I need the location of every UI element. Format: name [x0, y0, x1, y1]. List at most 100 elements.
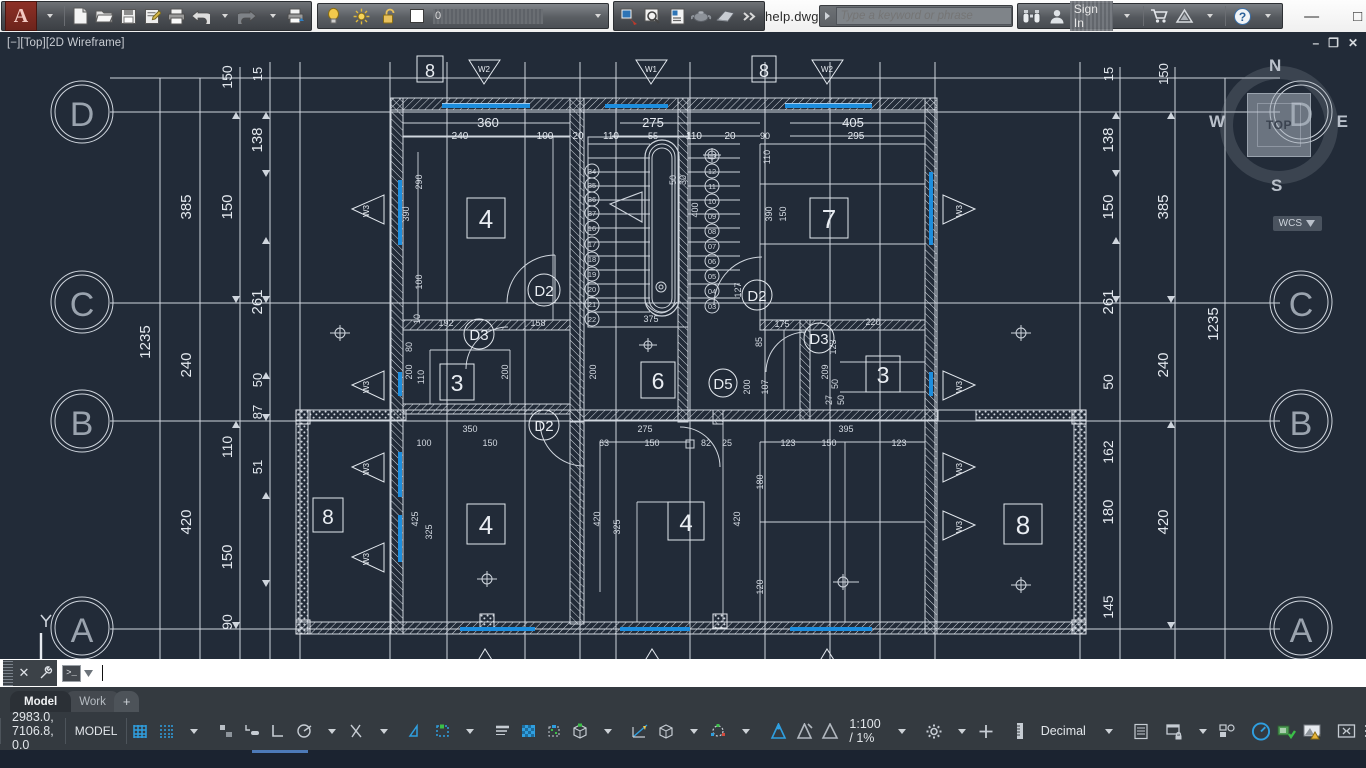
performance-icon[interactable]: [1248, 718, 1274, 744]
units-value[interactable]: Decimal: [1033, 724, 1094, 738]
annotation-scale-value[interactable]: 1:100 / 1%: [843, 717, 886, 745]
viewport-label[interactable]: [−][Top][2D Wireframe]: [7, 37, 125, 49]
view-cube[interactable]: TOP N S W E: [1209, 56, 1348, 195]
tab-model[interactable]: Model: [10, 691, 72, 712]
autoscale-icon[interactable]: [791, 718, 817, 744]
sun-icon[interactable]: [349, 3, 373, 29]
plus-icon[interactable]: [973, 718, 999, 744]
selection-filter-icon[interactable]: [705, 718, 731, 744]
autocad-logo-icon[interactable]: A: [5, 1, 37, 31]
gear-icon[interactable]: [921, 718, 947, 744]
layer-dropdown[interactable]: [547, 3, 605, 29]
lock-ui-dropdown[interactable]: [1188, 718, 1214, 744]
shopping-cart-icon[interactable]: [1149, 3, 1172, 29]
magnifier-icon[interactable]: [641, 3, 665, 29]
tab-work[interactable]: Work: [65, 691, 120, 712]
teapot-icon[interactable]: [689, 3, 713, 29]
viewport-restore-icon[interactable]: ❐: [1328, 36, 1339, 50]
coordinates-display[interactable]: 2983.0, 7106.8, 0.0: [0, 710, 66, 752]
viewport-minimize-icon[interactable]: –: [1312, 36, 1319, 50]
selection-filter-dropdown[interactable]: [731, 718, 757, 744]
gizmo-dropdown[interactable]: [679, 718, 705, 744]
cube-snap-dropdown[interactable]: [593, 718, 619, 744]
quick-access-dropdown[interactable]: [37, 3, 61, 29]
command-line-settings-icon[interactable]: [35, 660, 57, 686]
object-snap-box-icon[interactable]: [429, 718, 455, 744]
polar-dropdown[interactable]: [317, 718, 343, 744]
osnap-tracking-icon[interactable]: [343, 718, 369, 744]
workspace-dropdown[interactable]: [947, 718, 973, 744]
isolate-objects-icon[interactable]: [1214, 718, 1240, 744]
annotation-scale-dropdown[interactable]: [887, 718, 913, 744]
view-cube-south[interactable]: S: [1271, 176, 1282, 196]
tab-add-layout[interactable]: +: [113, 691, 140, 712]
binoculars-icon[interactable]: [1021, 3, 1044, 29]
hamburger-icon[interactable]: [1360, 718, 1366, 744]
command-prompt[interactable]: >_: [62, 664, 103, 682]
cube-snap-icon[interactable]: [567, 718, 593, 744]
viewport-close-icon[interactable]: ✕: [1348, 36, 1358, 50]
autodesk-triangle-icon[interactable]: [1173, 3, 1196, 29]
window-minimize-button[interactable]: —: [1289, 0, 1335, 32]
clean-screen-toggle-icon[interactable]: [1334, 718, 1360, 744]
selection-cycling-icon[interactable]: [541, 718, 567, 744]
lightbulb-icon[interactable]: [321, 3, 345, 29]
clean-screen-icon[interactable]: [1274, 718, 1300, 744]
transparency-icon[interactable]: [515, 718, 541, 744]
view-cube-north[interactable]: N: [1269, 56, 1281, 76]
properties-panel-icon[interactable]: [665, 3, 689, 29]
osnap-tracking-dropdown[interactable]: [369, 718, 395, 744]
double-chevron-right-icon[interactable]: [737, 3, 761, 29]
lineweight-icon[interactable]: [489, 718, 515, 744]
view-cube-west[interactable]: W: [1209, 112, 1225, 132]
polar-tracking-icon[interactable]: [291, 718, 317, 744]
gizmo-icon[interactable]: [653, 718, 679, 744]
view-cube-face[interactable]: TOP: [1247, 93, 1311, 157]
infer-constraints-icon[interactable]: [213, 718, 239, 744]
open-padlock-icon[interactable]: [377, 3, 401, 29]
ortho-icon[interactable]: [265, 718, 291, 744]
plot-preview-icon[interactable]: [284, 3, 308, 29]
new-file-icon[interactable]: [68, 3, 92, 29]
color-swatch-icon[interactable]: [405, 3, 429, 29]
save-as-icon[interactable]: [140, 3, 164, 29]
render-icon[interactable]: [713, 3, 737, 29]
model-space-toggle[interactable]: MODEL: [66, 718, 128, 744]
redo-arrow-icon[interactable]: [236, 3, 260, 29]
floppy-save-icon[interactable]: [116, 3, 140, 29]
snap-dropdown[interactable]: [179, 718, 205, 744]
command-line-close-icon[interactable]: ✕: [13, 660, 35, 686]
units-dropdown[interactable]: [1094, 718, 1120, 744]
dynamic-ucs-icon[interactable]: [627, 718, 653, 744]
open-folder-icon[interactable]: [92, 3, 116, 29]
command-history-chevron-icon[interactable]: [84, 669, 93, 677]
object-snap-dropdown[interactable]: [455, 718, 481, 744]
view-cube-east[interactable]: E: [1337, 112, 1348, 132]
undo-dropdown[interactable]: [212, 3, 236, 29]
undo-arrow-icon[interactable]: [188, 3, 212, 29]
layer-name-field[interactable]: 0: [433, 8, 543, 24]
object-snap-icon[interactable]: [403, 718, 429, 744]
command-line-grip[interactable]: [3, 660, 13, 686]
exchange-dropdown[interactable]: [1198, 3, 1221, 29]
window-maximize-button[interactable]: □: [1335, 0, 1366, 32]
sign-in-label[interactable]: Sign In: [1069, 1, 1114, 31]
ruler-icon[interactable]: [1007, 718, 1033, 744]
floor-plan-drawing[interactable]: 34 35 36 37 16 17 18 19 20 21 22 13 12 1…: [0, 32, 1366, 687]
search-dropdown-icon[interactable]: [820, 6, 836, 26]
snap-grid-icon[interactable]: [153, 718, 179, 744]
sign-in-dropdown[interactable]: [1115, 3, 1138, 29]
person-icon[interactable]: [1045, 3, 1068, 29]
dynamic-input-icon[interactable]: [239, 718, 265, 744]
annotation-scale-icon[interactable]: [817, 718, 843, 744]
match-properties-icon[interactable]: [617, 3, 641, 29]
padlock-ui-icon[interactable]: [1162, 718, 1188, 744]
command-line[interactable]: ✕ >_: [0, 659, 1366, 687]
quick-properties-icon[interactable]: [1128, 718, 1154, 744]
drawing-canvas[interactable]: [−][Top][2D Wireframe] – ❐ ✕ 34 35 36 37…: [0, 32, 1366, 687]
ucs-selector[interactable]: WCS: [1272, 216, 1322, 231]
annotation-visibility-icon[interactable]: [765, 718, 791, 744]
help-dropdown[interactable]: [1256, 3, 1279, 29]
hardware-warning-icon[interactable]: !: [1300, 718, 1326, 744]
redo-dropdown[interactable]: [260, 3, 284, 29]
